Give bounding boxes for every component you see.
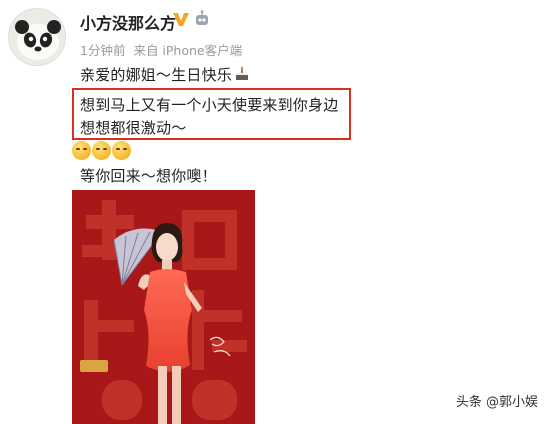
post-line-1: 亲爱的娜姐～生日快乐 bbox=[80, 64, 250, 85]
robot-icon bbox=[196, 10, 208, 25]
watermark: 头条 @郭小娱 bbox=[455, 395, 538, 410]
cake-emoji bbox=[236, 66, 249, 80]
username[interactable]: 小方没那么方 bbox=[80, 10, 176, 34]
highlight-box bbox=[72, 88, 351, 140]
v-badge-icon bbox=[173, 13, 189, 26]
post-line-1-text: 亲爱的娜姐～生日快乐 bbox=[80, 66, 233, 84]
post-meta: 1分钟前 来自 iPhone客户端 bbox=[80, 40, 246, 59]
sobbing-emoji-icon bbox=[92, 141, 111, 160]
post-source[interactable]: 来自 iPhone客户端 bbox=[133, 43, 242, 58]
sobbing-emoji-icon bbox=[112, 141, 131, 160]
sobbing-emoji-icon bbox=[72, 141, 91, 160]
avatar[interactable] bbox=[8, 8, 66, 66]
emoji-row bbox=[72, 141, 132, 163]
birthday-poster-image bbox=[72, 190, 255, 424]
post-time: 1分钟前 bbox=[80, 43, 126, 58]
post-line-4: 等你回来～想你噢！ bbox=[80, 167, 217, 185]
post-image[interactable] bbox=[72, 190, 255, 424]
panda-avatar-icon bbox=[9, 9, 65, 65]
